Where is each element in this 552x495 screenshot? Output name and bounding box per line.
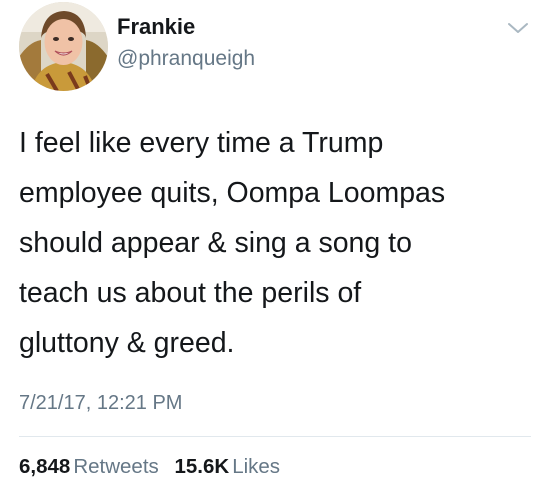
retweets-stat[interactable]: 6,848 Retweets [19,455,159,479]
tweet-text: I feel like every time a Trump employee … [19,127,446,359]
tweet-timestamp[interactable]: 7/21/17, 12:21 PM [19,392,182,415]
retweets-label: Retweets [73,455,159,478]
user-handle[interactable]: @phranqueigh [117,47,255,71]
retweet-count: 6,848 [19,455,71,478]
avatar[interactable] [19,2,108,91]
engagement-stats: 6,848 Retweets 15.6K Likes [19,455,290,479]
divider [19,436,531,437]
tweet-card: Frankie @phranqueigh I feel like every t… [0,0,552,495]
avatar-photo [19,2,108,91]
chevron-down-icon[interactable] [507,21,529,35]
likes-stat[interactable]: 15.6K Likes [174,455,280,479]
likes-label: Likes [232,455,281,478]
like-count: 15.6K [174,455,230,478]
display-name[interactable]: Frankie [117,14,195,40]
